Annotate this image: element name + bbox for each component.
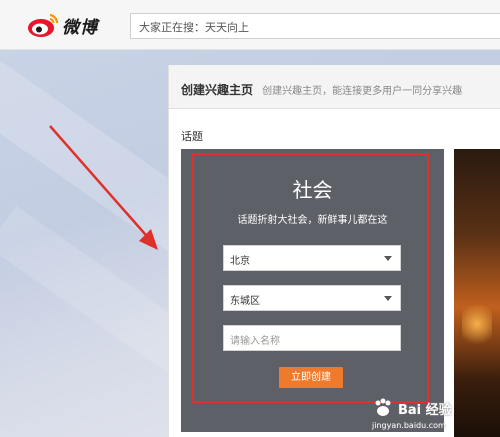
logo-text: 微博 (62, 17, 98, 38)
chevron-down-icon (384, 296, 392, 301)
topic-card-society: 社会 话题折射大社会，新鲜事儿都在这 北京 东城区 请输入名称 立即创建 (181, 149, 444, 432)
red-arrow-annotation (49, 125, 158, 250)
topic-section-label: 话题 (181, 130, 203, 143)
panel-title: 创建兴趣主页 (181, 83, 254, 97)
paw-icon (375, 398, 391, 416)
watermark-brand: Bai 经验 (398, 403, 452, 418)
create-now-button[interactable]: 立即创建 (279, 367, 343, 388)
next-topic-card-photo[interactable] (454, 149, 500, 437)
card-description: 话题折射大社会，新鲜事儿都在这 (237, 215, 388, 226)
city-select[interactable]: 北京 (223, 245, 401, 271)
district-select[interactable]: 东城区 (223, 285, 401, 311)
city-select-value: 北京 (230, 256, 250, 267)
baidu-jingyan-watermark: Bai 经验 jingyan.baidu.com (372, 395, 500, 437)
chevron-down-icon (384, 256, 392, 261)
photo-glow (462, 299, 492, 349)
watermark-url: jingyan.baidu.com (372, 421, 446, 430)
top-header: 微博 大家正在搜：天天向上 (0, 0, 500, 50)
panel-subtitle: 创建兴趣主页，能连接更多用户一同分享兴趣 (262, 86, 463, 97)
create-interest-panel: 创建兴趣主页 创建兴趣主页，能连接更多用户一同分享兴趣 话题 社会 话题折射大社… (168, 65, 500, 437)
name-input[interactable]: 请输入名称 (223, 325, 401, 351)
weibo-logo[interactable]: 微博 (26, 10, 110, 40)
search-input[interactable]: 大家正在搜：天天向上 (130, 13, 500, 39)
weibo-eye-icon (28, 13, 59, 37)
card-title: 社会 (292, 178, 333, 202)
panel-header: 创建兴趣主页 创建兴趣主页，能连接更多用户一同分享兴趣 (169, 65, 500, 109)
district-select-value: 东城区 (230, 296, 260, 307)
